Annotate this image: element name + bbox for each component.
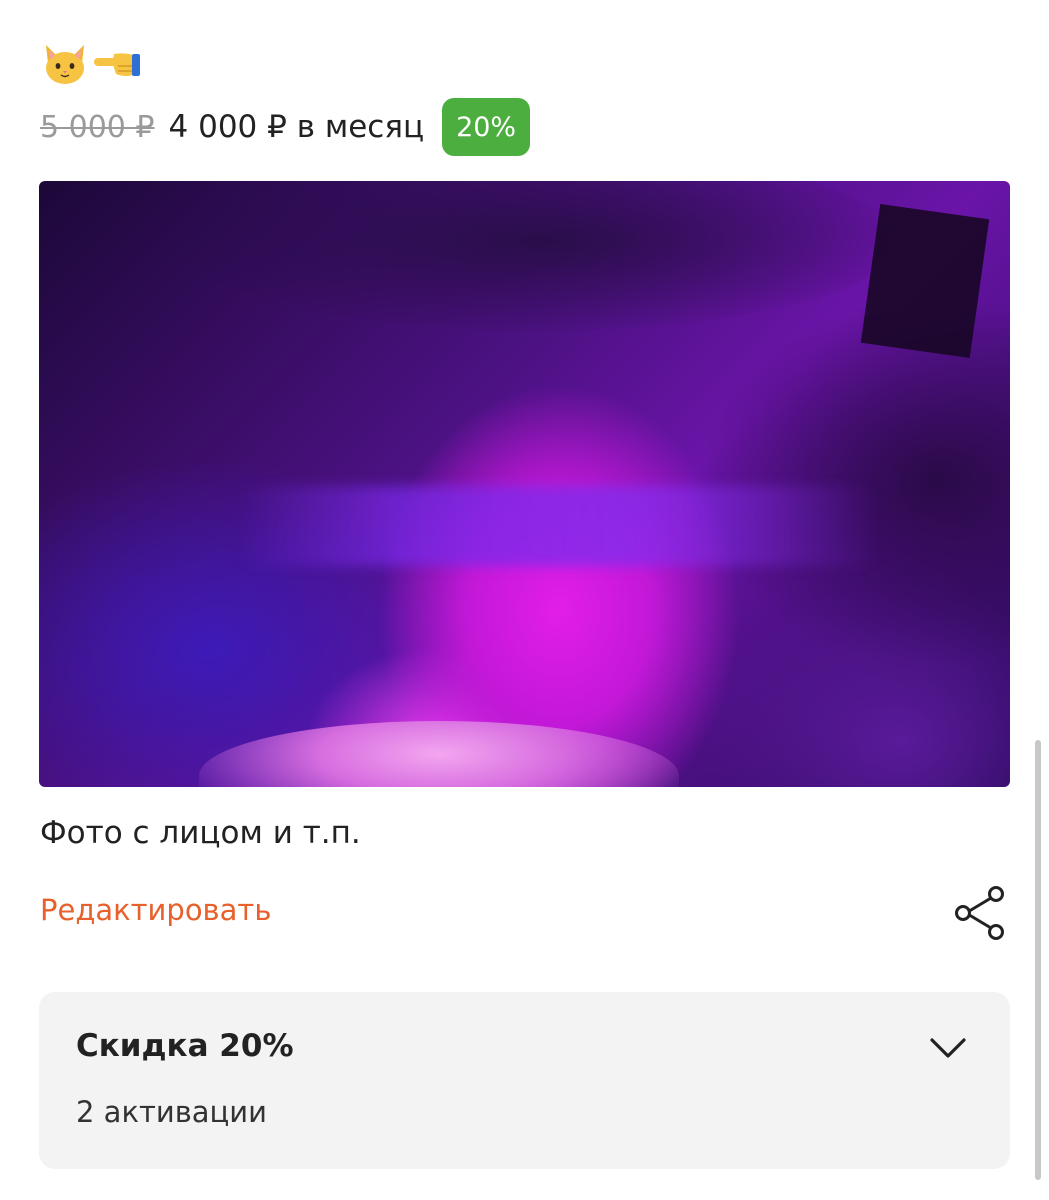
cat-face-icon <box>46 45 84 84</box>
discount-panel[interactable]: Скидка 20% 2 активации <box>39 992 1010 1169</box>
photo-blur-bar <box>239 486 879 566</box>
photo-hair-shape <box>179 181 899 331</box>
chevron-down-icon[interactable] <box>929 1036 967 1060</box>
tier-description: Фото с лицом и т.п. <box>40 815 361 851</box>
photo-dark-object <box>860 204 990 358</box>
scrollbar[interactable] <box>1035 740 1041 1180</box>
pointing-left-hand-icon <box>94 53 140 76</box>
tier-cover-photo[interactable] <box>39 181 1010 787</box>
old-price: 5 000 ₽ <box>40 109 155 145</box>
share-button[interactable] <box>952 884 1008 942</box>
current-price: 4 000 ₽ в месяц <box>168 109 425 145</box>
tier-emoji-title <box>42 38 142 90</box>
photo-hand-shape <box>199 721 679 787</box>
discount-title: Скидка 20% <box>76 1028 294 1064</box>
tier-card: 5 000 ₽ 4 000 ₽ в месяц 20% Фото с лицом… <box>0 0 1049 1200</box>
share-icon <box>955 886 1004 940</box>
price-row: 5 000 ₽ 4 000 ₽ в месяц 20% <box>40 96 531 158</box>
discount-activations: 2 активации <box>76 1095 267 1129</box>
edit-button[interactable]: Редактировать <box>40 893 271 927</box>
discount-badge: 20% <box>442 98 531 156</box>
